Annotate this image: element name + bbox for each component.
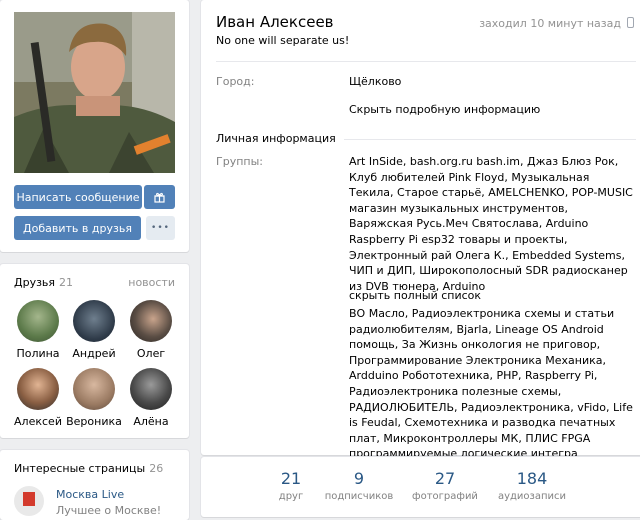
page-description: Лучшее о Москве! <box>56 504 162 517</box>
hide-details-link[interactable]: Скрыть подробную информацию <box>349 102 634 118</box>
city-label: Город: <box>216 75 255 88</box>
last-seen-text: заходил 10 минут назад <box>479 17 621 30</box>
avatar <box>130 300 172 342</box>
add-friend-button[interactable]: Добавить в друзья <box>14 216 141 240</box>
friends-title: Друзья <box>14 276 56 289</box>
avatar <box>73 300 115 342</box>
groups-list[interactable]: Art InSide, bash.org.ru bash.im, Джаз Бл… <box>349 154 634 294</box>
friends-news-link[interactable]: новости <box>128 276 175 289</box>
profile-photo-card: Написать сообщение Добавить в друзья ••• <box>0 0 189 252</box>
counters-bar: 21 друг 9 подписчиков 27 фотографий 184 … <box>201 457 640 517</box>
friend-name: Олег <box>136 347 166 360</box>
friend-name: Алексей <box>14 415 62 428</box>
counter-number: 184 <box>516 469 548 488</box>
avatar <box>130 368 172 410</box>
more-dots-icon: ••• <box>151 223 170 233</box>
divider <box>216 61 636 62</box>
personal-info-title: Личная информация <box>216 132 344 145</box>
counter-label: фотографий <box>412 491 478 502</box>
avatar <box>17 300 59 342</box>
hide-full-list-link[interactable]: скрыть полный список <box>349 288 634 304</box>
counter-number: 27 <box>434 469 456 488</box>
followers-counter[interactable]: 9 подписчиков <box>314 469 404 502</box>
friend-item[interactable]: Вероника <box>64 368 124 428</box>
avatar <box>17 368 59 410</box>
friend-item[interactable]: Олег <box>121 300 181 360</box>
profile-info-card: Иван Алексеев No one will separate us! з… <box>201 0 640 460</box>
pages-title: Интересные страницы <box>14 462 146 475</box>
gift-button[interactable] <box>144 185 175 209</box>
section-divider <box>319 139 636 140</box>
mobile-icon <box>627 17 634 28</box>
avatar <box>73 368 115 410</box>
gift-icon <box>154 192 165 203</box>
friend-name: Андрей <box>72 347 116 360</box>
page-avatar <box>14 486 44 516</box>
friends-header[interactable]: Друзья 21 <box>14 276 73 289</box>
groups-label: Группы: <box>216 155 263 168</box>
counter-label: аудиозаписи <box>497 491 567 502</box>
pages-count: 26 <box>149 462 164 475</box>
friend-item[interactable]: Андрей <box>64 300 124 360</box>
audio-counter[interactable]: 184 аудиозаписи <box>487 469 577 502</box>
friend-name: Алёна <box>133 415 169 428</box>
friend-name: Полина <box>16 347 60 360</box>
friend-item[interactable]: Алёна <box>121 368 181 428</box>
profile-photo[interactable] <box>14 12 175 173</box>
counter-number: 9 <box>353 469 365 488</box>
friend-item[interactable]: Алексей <box>8 368 68 428</box>
city-link[interactable]: Щёлково <box>349 74 634 90</box>
photos-counter[interactable]: 27 фотографий <box>400 469 490 502</box>
profile-name: Иван Алексеев <box>216 13 334 31</box>
groups-list-more[interactable]: ВО Масло, Радиоэлектроника схемы и стать… <box>349 306 634 462</box>
friend-name: Вероника <box>66 415 122 428</box>
send-message-label: Написать сообщение <box>16 190 140 204</box>
send-message-button[interactable]: Написать сообщение <box>14 185 142 209</box>
add-friend-label: Добавить в друзья <box>23 221 132 235</box>
friend-item[interactable]: Полина <box>8 300 68 360</box>
counter-label: подписчиков <box>324 491 394 502</box>
pages-header[interactable]: Интересные страницы 26 <box>14 462 163 475</box>
friends-count: 21 <box>59 276 74 289</box>
page-item[interactable]: Москва Live Лучшее о Москве! <box>14 486 179 517</box>
profile-status[interactable]: No one will separate us! <box>216 34 349 47</box>
more-actions-button[interactable]: ••• <box>146 216 175 240</box>
friends-block: Друзья 21 новости Полина Андрей Олег Алек… <box>0 264 189 438</box>
page-name: Москва Live <box>56 488 125 501</box>
